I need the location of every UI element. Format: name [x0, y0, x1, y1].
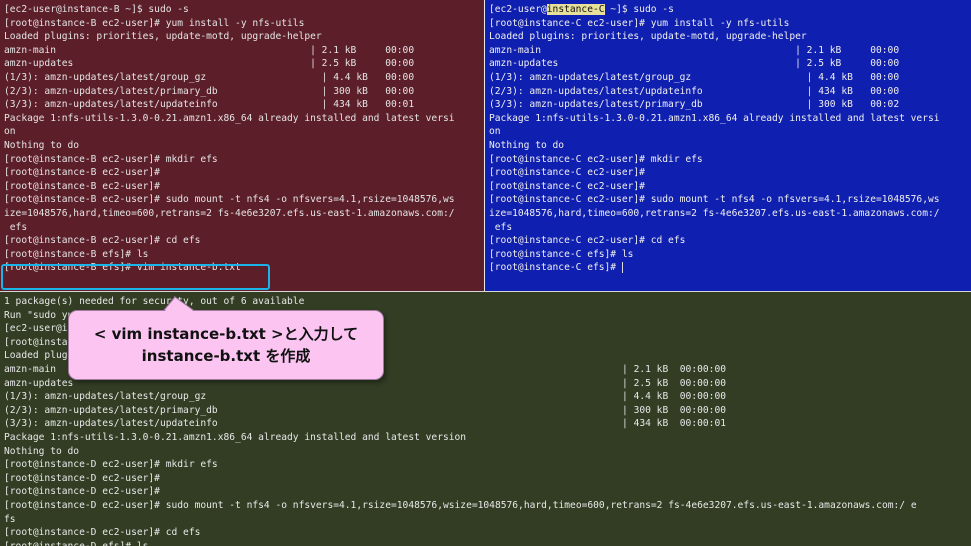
terminal-line: [root@instance-B ec2-user]# cd efs — [4, 235, 201, 247]
terminal-line: [root@instance-B ec2-user]# mkdir efs — [4, 153, 218, 165]
text-cursor — [621, 261, 623, 273]
terminal-line: [root@instance-B ec2-user]# yum install … — [4, 17, 305, 29]
annotation-callout: < vim instance-b.txt >と入力して instance-b.t… — [68, 310, 384, 380]
terminal-line: amzn-updates | 2.5 kB 00:00 — [4, 58, 415, 70]
terminal-output: [root@instance-C ec2-user]# yum install … — [489, 17, 967, 262]
terminal-line: [root@instance-C ec2-user]# cd efs — [489, 235, 686, 247]
terminal-line: efs — [489, 221, 513, 233]
terminal-line: [root@instance-D ec2-user]# — [4, 472, 160, 484]
terminal-line: [root@instance-C ec2-user]# — [489, 180, 645, 192]
terminal-line: [root@instance-C ec2-user]# sudo mount -… — [489, 194, 940, 206]
terminal-line: on — [4, 126, 16, 138]
selected-text: instance-C — [546, 4, 605, 15]
terminal-line: [root@instance-D ec2-user]# — [4, 486, 160, 498]
terminal-line: (2/3): amzn-updates/latest/primary_db | … — [4, 404, 726, 416]
terminal-line: (3/3): amzn-updates/latest/primary_db | … — [489, 99, 900, 111]
terminal-line: Loaded plugins: priorities, update-motd,… — [4, 31, 322, 43]
terminal-line: [root@instance-D efs]# ls — [4, 540, 967, 546]
terminal-line: [ec2-user@instance-B ~]$ sudo -s — [4, 4, 189, 15]
terminal-line: [root@instance-D ec2-user]# sudo mount -… — [4, 499, 917, 511]
terminal-line: Nothing to do — [489, 139, 565, 151]
terminal-line: [root@instance-D ec2-user]# mkdir efs — [4, 459, 218, 471]
terminal-line: Package 1:nfs-utils-1.3.0-0.21.amzn1.x86… — [4, 431, 467, 443]
terminal-line: [root@instance-D ec2-user]# cd efs — [4, 527, 201, 539]
terminal-line: [root@instance-B ec2-user]# — [4, 167, 160, 179]
pane-divider-vertical[interactable] — [484, 0, 485, 292]
terminal-prompt-line[interactable]: [root@instance-C efs]# — [489, 261, 967, 275]
terminal-line: [root@instance-C ec2-user]# mkdir efs — [489, 153, 703, 165]
terminal-line: [root@instance-C efs]# ls — [489, 248, 634, 260]
terminal-line: ize=1048576,hard,timeo=600,retrans=2 fs-… — [4, 207, 455, 219]
terminal-line: (3/3): amzn-updates/latest/updateinfo | … — [4, 99, 415, 111]
terminal-line: [root@instance-B ec2-user]# sudo mount -… — [4, 194, 455, 206]
terminal-output: [ec2-user@instance-B ~]$ sudo -s [root@in… — [4, 3, 480, 275]
command-highlight-box — [1, 264, 270, 290]
pane-divider-horizontal[interactable] — [0, 291, 971, 292]
terminal-line: [root@instance-C ec2-user]# — [489, 167, 645, 179]
prompt-suffix: ~]$ sudo -s — [604, 4, 674, 15]
terminal-line: fs — [4, 513, 16, 525]
terminal-line: ize=1048576,hard,timeo=600,retrans=2 fs-… — [489, 207, 940, 219]
terminal-line: Loaded plugins: priorities, update-motd,… — [489, 31, 807, 43]
terminal-line: (1/3): amzn-updates/latest/group_gz | 4.… — [489, 71, 900, 83]
terminal-line: [root@instance-B ec2-user]# — [4, 180, 160, 192]
terminal-line: efs — [4, 221, 28, 233]
terminal-line: [root@instance-C ec2-user]# yum install … — [489, 17, 790, 29]
terminal-line: Package 1:nfs-utils-1.3.0-0.21.amzn1.x86… — [489, 112, 940, 124]
terminal-line: Package 1:nfs-utils-1.3.0-0.21.amzn1.x86… — [4, 112, 455, 124]
terminal-pane-instance-c[interactable]: [ec2-user@instance-C ~]$ sudo -s [root@i… — [485, 0, 971, 291]
terminal-line: Nothing to do — [4, 139, 80, 151]
prompt-text: [root@instance-C efs]# — [489, 262, 622, 274]
terminal-line: (2/3): amzn-updates/latest/primary_db | … — [4, 85, 415, 97]
prompt-prefix: [ec2-user@ — [489, 4, 547, 15]
terminal-pane-instance-b[interactable]: [ec2-user@instance-B ~]$ sudo -s [root@in… — [0, 0, 484, 291]
terminal-line: 1 package(s) needed for security, out of… — [4, 296, 305, 307]
terminal-line: amzn-main | 2.1 kB 00:00 — [4, 44, 415, 56]
terminal-line: (2/3): amzn-updates/latest/updateinfo | … — [489, 85, 900, 97]
terminal-line: amzn-main | 2.1 kB 00:00 — [489, 44, 900, 56]
terminal-line: Nothing to do — [4, 445, 80, 457]
callout-line-1: < vim instance-b.txt >と入力して — [93, 325, 359, 343]
terminal-line: (1/3): amzn-updates/latest/group_gz | 4.… — [4, 391, 726, 403]
terminal-line: on — [489, 126, 501, 138]
terminal-line: amzn-updates | 2.5 kB 00:00 — [489, 58, 900, 70]
terminal-line: [root@instance-B efs]# ls — [4, 248, 149, 260]
terminal-line: (1/3): amzn-updates/latest/group_gz | 4.… — [4, 71, 415, 83]
terminal-line: (3/3): amzn-updates/latest/updateinfo | … — [4, 418, 726, 430]
callout-line-2: instance-b.txt を作成 — [141, 347, 311, 365]
terminal-line: [ec2-user@instance-C ~]$ sudo -s — [489, 3, 967, 17]
